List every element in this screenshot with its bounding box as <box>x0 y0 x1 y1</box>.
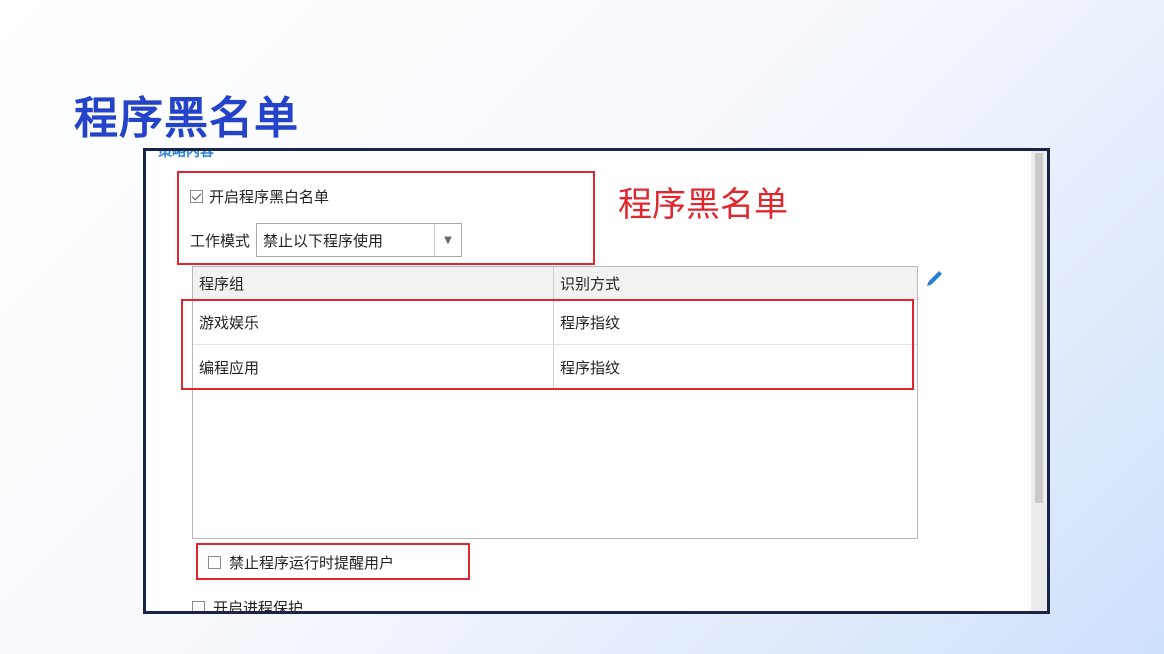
annotation-label: 程序黑名单 <box>618 185 788 225</box>
table-cell: 编程应用 <box>193 345 554 389</box>
process-protect-checkbox[interactable] <box>192 601 205 611</box>
slide-title: 程序黑名单 <box>74 93 299 144</box>
caret-down-icon[interactable]: ▼ <box>434 224 461 256</box>
column-header-method[interactable]: 识别方式 <box>554 267 917 299</box>
vertical-scrollbar[interactable] <box>1031 151 1047 611</box>
notify-user-label: 禁止程序运行时提醒用户 <box>229 554 395 572</box>
table-cell: 程序指纹 <box>560 358 621 377</box>
pencil-icon[interactable] <box>924 267 946 293</box>
notify-user-option[interactable]: 禁止程序运行时提醒用户 <box>208 552 394 573</box>
policy-panel: 策略内容 开启程序黑白名单 工作模式 禁止以下程序使用 ▼ 程序黑名单 程序组 … <box>143 148 1050 614</box>
column-header-group[interactable]: 程序组 <box>193 267 554 299</box>
process-protect-label: 开启进程保护 <box>213 599 304 614</box>
enable-whitelist-label: 开启程序黑白名单 <box>209 188 330 206</box>
work-mode-select[interactable]: 禁止以下程序使用 ▼ <box>256 223 463 257</box>
table-cell: 程序指纹 <box>560 313 621 332</box>
enable-whitelist-checkbox[interactable] <box>190 190 203 203</box>
program-group-table: 程序组 识别方式 游戏娱乐 程序指纹 编程应用 程序指纹 <box>192 266 918 539</box>
section-label: 策略内容 <box>158 148 214 160</box>
table-cell: 游戏娱乐 <box>193 300 554 344</box>
process-protect-option[interactable]: 开启进程保护 <box>192 597 304 614</box>
table-row[interactable]: 游戏娱乐 程序指纹 <box>193 300 917 345</box>
table-row[interactable]: 编程应用 程序指纹 <box>193 345 917 390</box>
enable-whitelist-option[interactable]: 开启程序黑白名单 <box>190 186 329 207</box>
work-mode-value: 禁止以下程序使用 <box>263 231 384 250</box>
table-header: 程序组 识别方式 <box>193 267 917 300</box>
work-mode-label: 工作模式 <box>190 231 251 250</box>
work-mode-row: 工作模式 禁止以下程序使用 ▼ <box>190 223 463 257</box>
notify-user-checkbox[interactable] <box>208 556 221 569</box>
scrollbar-thumb[interactable] <box>1035 153 1043 503</box>
